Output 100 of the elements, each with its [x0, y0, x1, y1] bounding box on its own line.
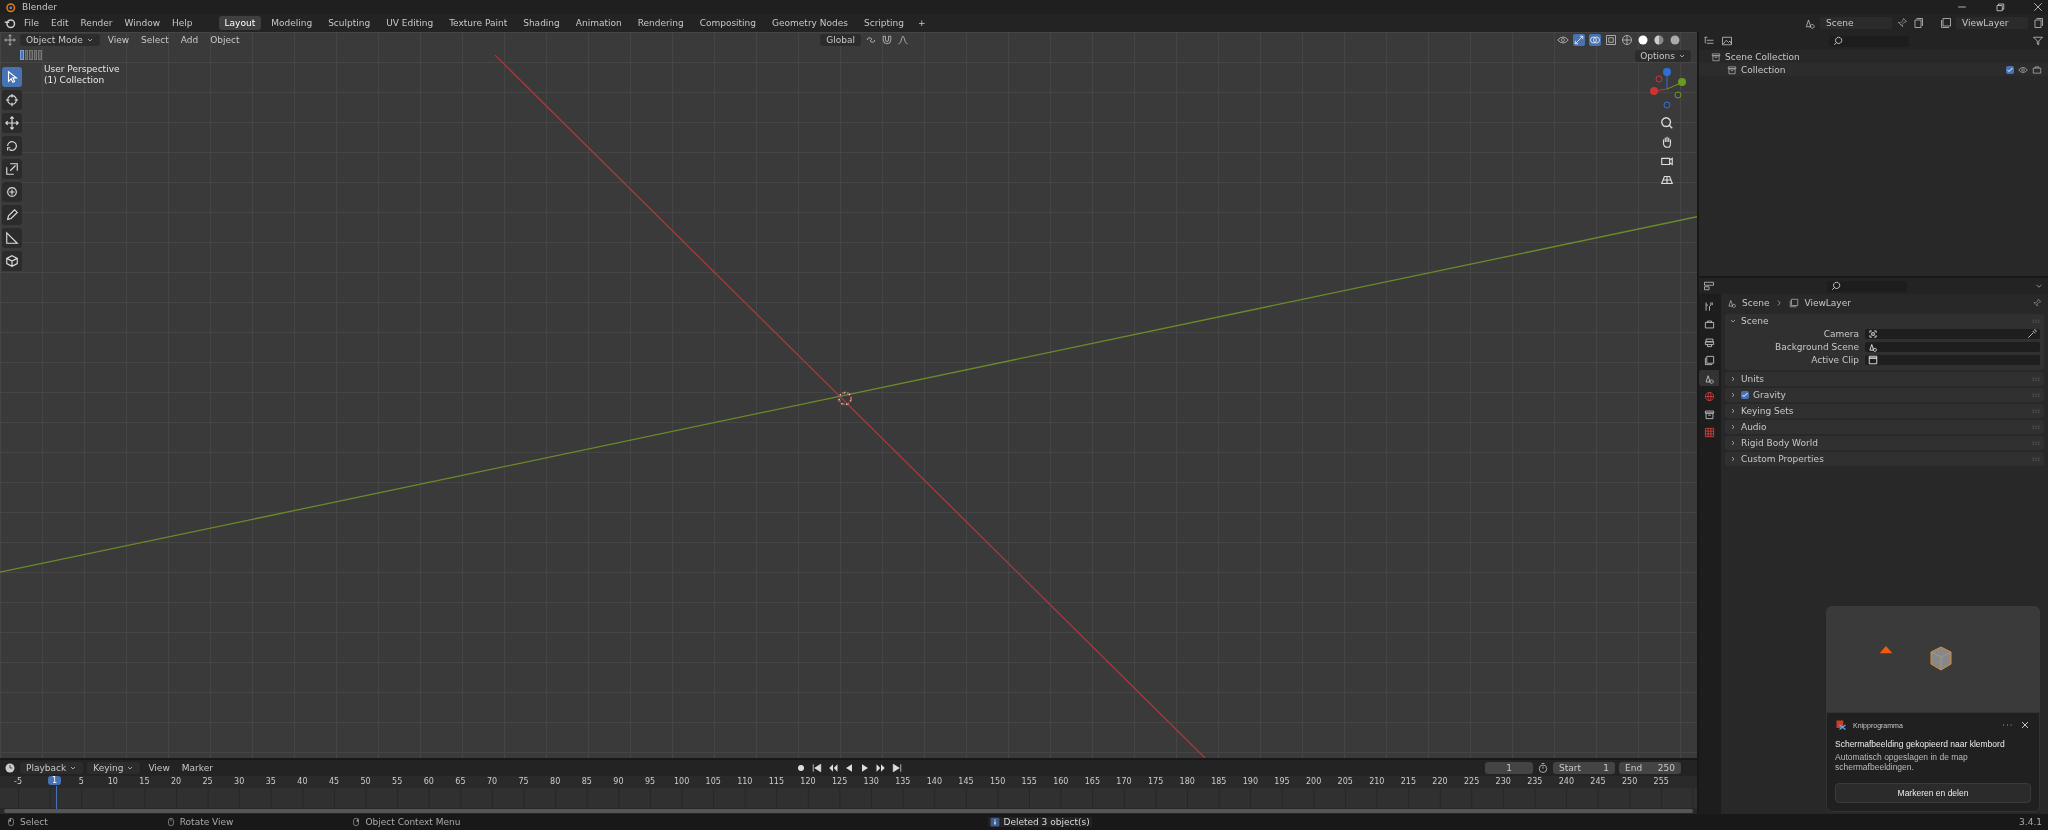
- scrollbar[interactable]: [4, 809, 1693, 813]
- panel-title[interactable]: Keying Sets: [1741, 406, 1794, 416]
- drag-handle-icon[interactable]: [2032, 318, 2040, 324]
- clock-icon[interactable]: [4, 762, 16, 774]
- chevron-down-icon[interactable]: [1729, 317, 1737, 325]
- chevron-right-icon[interactable]: [1729, 391, 1737, 399]
- stopwatch-icon[interactable]: [1537, 762, 1549, 774]
- workspace-tab[interactable]: Animation: [569, 16, 628, 30]
- workspace-tab[interactable]: UV Editing: [380, 16, 440, 30]
- add-workspace-button[interactable]: +: [914, 17, 930, 29]
- curve-icon[interactable]: [897, 34, 909, 46]
- drag-handle-icon[interactable]: [2032, 440, 2040, 446]
- tool-button[interactable]: [2, 67, 22, 87]
- outliner-item[interactable]: Collection: [1741, 64, 1786, 75]
- chevron-right-icon[interactable]: [1729, 423, 1737, 431]
- panel-title[interactable]: Rigid Body World: [1741, 438, 1818, 448]
- drag-handle-icon[interactable]: [2032, 392, 2040, 398]
- link-icon[interactable]: [865, 34, 877, 46]
- select-mode-button[interactable]: [33, 50, 38, 60]
- eye-icon[interactable]: [1557, 34, 1569, 46]
- value-field[interactable]: [1865, 355, 2040, 365]
- blender-logo-icon[interactable]: [4, 17, 16, 29]
- hand-icon[interactable]: [1660, 135, 1674, 149]
- workspace-tab[interactable]: Scripting: [857, 16, 910, 30]
- select-mode-button[interactable]: [24, 50, 29, 60]
- view-layer-field[interactable]: ViewLayer: [1956, 17, 2028, 29]
- jump-start-icon[interactable]: [810, 762, 823, 774]
- menu-item[interactable]: View: [103, 34, 134, 46]
- viewport-grid[interactable]: Object Mode View Select Add Object Global User Perspective (1) Collection Options: [0, 32, 1697, 758]
- value-field[interactable]: [1865, 329, 2040, 339]
- image-icon[interactable]: [1721, 35, 1733, 47]
- pin-icon[interactable]: [2032, 298, 2042, 308]
- menu-item[interactable]: Object: [206, 34, 244, 46]
- timeline-track[interactable]: [0, 788, 1697, 808]
- menu-item[interactable]: Help: [168, 17, 197, 29]
- value-field[interactable]: [1865, 342, 2040, 352]
- playhead[interactable]: 1: [48, 776, 62, 785]
- chevron-right-icon[interactable]: [1729, 375, 1737, 383]
- tool-button[interactable]: [2, 251, 22, 271]
- solid-sphere-icon[interactable]: [1637, 34, 1649, 46]
- workspace-tab[interactable]: Sculpting: [322, 16, 377, 30]
- chevron-right-icon[interactable]: [1729, 455, 1737, 463]
- panel-title[interactable]: Audio: [1741, 422, 1767, 432]
- drag-handle-icon[interactable]: [2032, 376, 2040, 382]
- scene-field[interactable]: Scene: [1820, 17, 1892, 29]
- material-sphere-icon[interactable]: [1653, 34, 1665, 46]
- checkbox[interactable]: [1741, 391, 1749, 399]
- menu-item[interactable]: View: [144, 762, 174, 774]
- jump-end-icon[interactable]: [890, 762, 903, 774]
- xray-icon[interactable]: [1605, 34, 1617, 46]
- 3d-cursor-icon[interactable]: [838, 391, 852, 406]
- copy-icon[interactable]: [2032, 17, 2044, 29]
- workspace-tab[interactable]: Modeling: [265, 16, 319, 30]
- menu-item[interactable]: Marker: [177, 762, 217, 774]
- tool-button[interactable]: [2, 228, 22, 248]
- editor-type-icon[interactable]: [1703, 280, 1715, 292]
- workspace-tab[interactable]: Shading: [517, 16, 566, 30]
- eye-icon[interactable]: [2018, 64, 2028, 75]
- search-field[interactable]: [1829, 35, 1909, 47]
- drag-handle-icon[interactable]: [2032, 456, 2040, 462]
- workspace-tab[interactable]: Rendering: [631, 16, 690, 30]
- close-icon[interactable]: [2019, 719, 2031, 731]
- tool-button[interactable]: [2, 182, 22, 202]
- checkbox[interactable]: [2006, 65, 2014, 74]
- restore-icon[interactable]: [1994, 1, 2006, 13]
- menu-item[interactable]: File: [20, 17, 44, 29]
- filter-icon[interactable]: [2032, 35, 2044, 47]
- wireframe-sphere-icon[interactable]: [1621, 34, 1633, 46]
- grid-icon[interactable]: [1660, 173, 1674, 187]
- workspace-tab[interactable]: Layout: [218, 16, 262, 30]
- pin-icon[interactable]: [1896, 17, 1908, 29]
- copy-icon[interactable]: [1912, 17, 1924, 29]
- chevron-right-icon[interactable]: [1729, 407, 1737, 415]
- mode-dropdown[interactable]: Object Mode: [20, 34, 100, 46]
- orientation-dropdown[interactable]: Global: [820, 34, 861, 46]
- search-field[interactable]: [1827, 280, 1907, 292]
- current-frame-field[interactable]: 1: [1485, 762, 1533, 774]
- tool-button[interactable]: [2, 159, 22, 179]
- panel-title[interactable]: Units: [1741, 374, 1764, 384]
- editor-type-icon[interactable]: [4, 34, 16, 46]
- tool-button[interactable]: [2, 113, 22, 133]
- menu-item[interactable]: Edit: [47, 17, 73, 29]
- drag-handle-icon[interactable]: [2032, 424, 2040, 430]
- magnet-icon[interactable]: [881, 34, 893, 46]
- zoom-icon[interactable]: [1660, 116, 1674, 130]
- close-icon[interactable]: [2032, 1, 2044, 13]
- drag-handle-icon[interactable]: [2032, 408, 2040, 414]
- menu-item[interactable]: Add: [176, 34, 203, 46]
- gizmo-icon[interactable]: [1573, 34, 1585, 46]
- start-frame-field[interactable]: Start 1: [1553, 762, 1615, 774]
- image-stack-icon[interactable]: [1940, 17, 1952, 29]
- end-frame-field[interactable]: End 250: [1619, 762, 1681, 774]
- options-dropdown[interactable]: Options: [1635, 50, 1691, 62]
- tool-button[interactable]: [2, 205, 22, 225]
- menu-item[interactable]: Window: [120, 17, 165, 29]
- menu-item[interactable]: Render: [76, 17, 117, 29]
- menu-item[interactable]: Keying: [87, 762, 141, 774]
- list-icon[interactable]: [1703, 35, 1715, 47]
- workspace-tab[interactable]: Compositing: [693, 16, 763, 30]
- chevron-right-icon[interactable]: [1729, 439, 1737, 447]
